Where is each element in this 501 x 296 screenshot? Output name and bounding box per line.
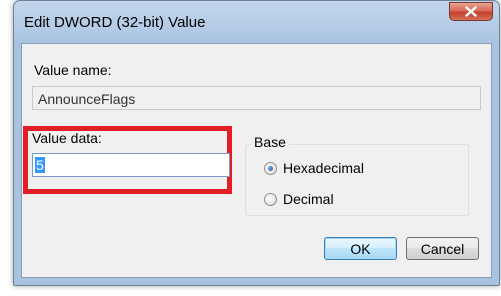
dialog-client-area: Value name: AnnounceFlags Value data: 5 … [21, 43, 492, 278]
title-bar[interactable]: Edit DWORD (32-bit) Value [14, 1, 499, 43]
dialog-window: Edit DWORD (32-bit) Value Value name: An… [13, 0, 500, 286]
cancel-button[interactable]: Cancel [406, 237, 479, 260]
close-button[interactable] [449, 2, 493, 21]
value-data-input[interactable]: 5 [32, 153, 230, 177]
value-name-field: AnnounceFlags [32, 86, 481, 110]
radio-unchecked-icon [264, 192, 277, 206]
radio-decimal[interactable]: Decimal [264, 191, 334, 207]
radio-hexadecimal[interactable]: Hexadecimal [264, 160, 364, 176]
value-data-label: Value data: [32, 130, 102, 146]
ok-button[interactable]: OK [324, 237, 397, 260]
radio-hexadecimal-label: Hexadecimal [283, 160, 364, 176]
value-name-label: Value name: [34, 62, 112, 78]
base-group-label: Base [251, 134, 289, 150]
window-title: Edit DWORD (32-bit) Value [24, 14, 206, 31]
radio-decimal-label: Decimal [283, 191, 334, 207]
value-data-text: 5 [35, 157, 45, 173]
radio-checked-icon [264, 161, 277, 175]
close-icon [465, 6, 477, 17]
